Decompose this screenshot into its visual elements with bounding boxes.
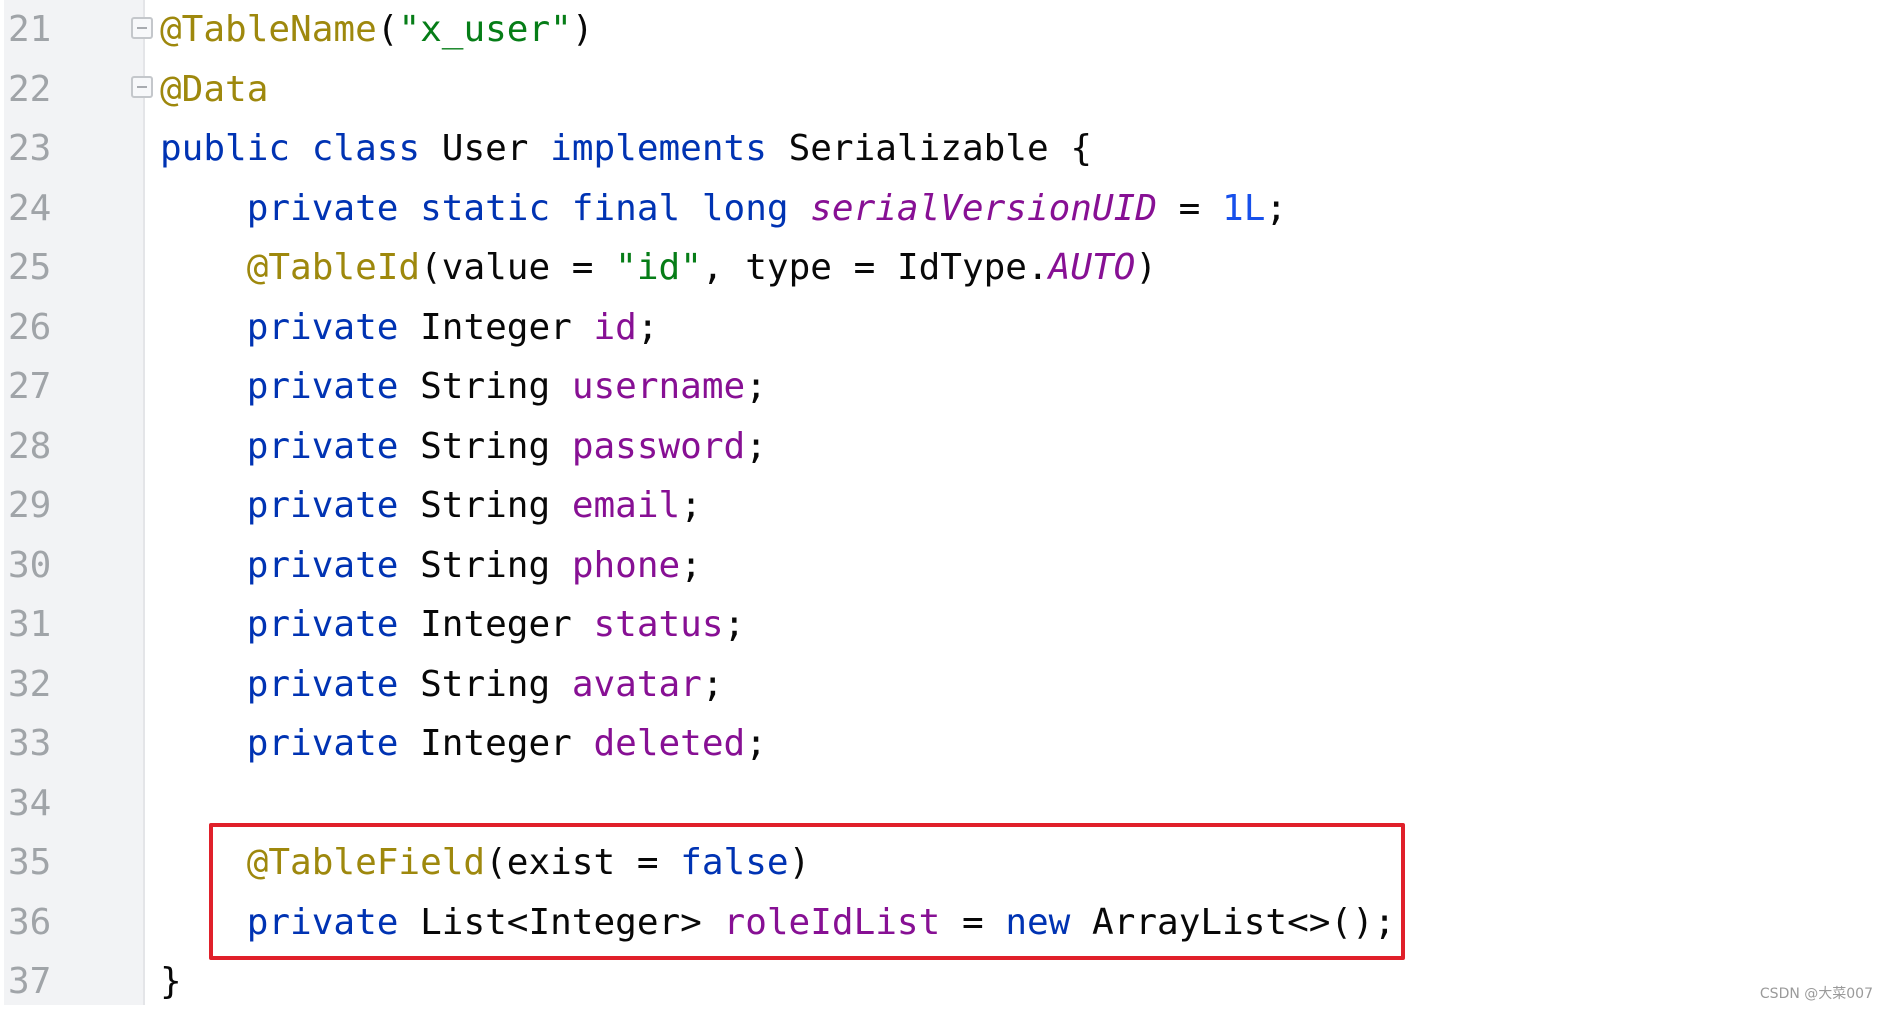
line-number: 25	[8, 247, 52, 288]
code-token: @Data	[160, 68, 269, 110]
code-line[interactable]: private static final long serialVersionU…	[160, 179, 1287, 238]
line-number: 32	[8, 663, 52, 705]
code-token: String	[420, 366, 572, 407]
code-token: String	[420, 425, 572, 467]
code-token: Integer	[420, 723, 594, 764]
code-token: @TableName	[160, 9, 377, 50]
line-number: 27	[8, 366, 52, 407]
code-line[interactable]: private String phone;	[160, 536, 702, 595]
code-token: @TableId	[160, 247, 421, 288]
code-token: username	[571, 366, 746, 407]
fold-icon[interactable]	[131, 17, 153, 39]
code-token: "id"	[615, 247, 702, 288]
code-token: implements	[550, 128, 789, 169]
line-number: 31	[8, 604, 52, 645]
line-number: 30	[8, 544, 52, 586]
code-token: private static final long	[160, 187, 811, 229]
line-number: 28	[8, 425, 52, 467]
watermark: CSDN @大菜007	[1759, 986, 1873, 1002]
code-token: =	[1157, 187, 1223, 229]
gutter-divider	[143, 0, 145, 1005]
code-token: }	[160, 961, 182, 1002]
code-token: )	[1135, 247, 1158, 288]
line-number: 29	[8, 485, 52, 526]
code-token: (value =	[420, 247, 616, 288]
line-number: 22	[8, 68, 52, 110]
code-token: deleted	[593, 723, 746, 764]
code-token: ;	[745, 366, 767, 407]
code-token: ;	[680, 544, 702, 586]
highlight-box	[209, 823, 1405, 960]
code-token: String	[420, 485, 572, 526]
code-token: ;	[636, 306, 659, 348]
code-line[interactable]: private String username;	[160, 357, 767, 416]
line-number: 26	[8, 306, 52, 348]
code-token: User	[441, 128, 551, 169]
line-number: 23	[8, 128, 52, 169]
code-token: (	[376, 9, 399, 50]
code-token: Integer	[420, 306, 594, 348]
line-number: 37	[8, 961, 52, 1002]
code-line[interactable]: public class User implements Serializabl…	[160, 119, 1092, 178]
code-token: private	[160, 306, 421, 348]
code-token: private	[160, 663, 421, 705]
code-token: phone	[571, 544, 681, 586]
code-token: ;	[701, 663, 724, 705]
code-token: id	[593, 306, 637, 348]
code-token: password	[571, 425, 746, 467]
code-token: private	[160, 485, 421, 526]
code-line[interactable]: @Data	[160, 60, 268, 119]
line-number: 21	[8, 9, 52, 50]
code-token: , type = IdType.	[701, 247, 1049, 288]
line-number: 24	[8, 187, 52, 229]
code-line[interactable]: private String password;	[160, 417, 767, 476]
code-token: "x_user"	[398, 9, 572, 50]
code-token: private	[160, 723, 421, 764]
code-token: serialVersionUID	[810, 187, 1157, 229]
code-token: private	[160, 544, 421, 586]
code-token: String	[420, 663, 572, 705]
code-token: status	[593, 604, 724, 645]
code-line[interactable]: @TableName("x_user")	[160, 0, 594, 59]
code-line[interactable]: private Integer status;	[160, 595, 746, 654]
fold-icon[interactable]	[131, 76, 153, 98]
code-token: ;	[745, 723, 767, 764]
code-token: public class	[160, 128, 442, 169]
code-line[interactable]: private Integer id;	[160, 298, 659, 357]
line-number: 33	[8, 723, 52, 764]
code-line[interactable]: private String avatar;	[160, 655, 724, 714]
code-line[interactable]: @TableId(value = "id", type = IdType.AUT…	[160, 238, 1157, 297]
code-token: Serializable {	[788, 128, 1092, 169]
code-token: Integer	[420, 604, 594, 645]
code-token: avatar	[571, 663, 702, 705]
code-token: ;	[1265, 187, 1288, 229]
line-number: 35	[8, 842, 52, 883]
code-token: ;	[723, 604, 746, 645]
code-token: String	[420, 544, 572, 586]
code-token: 1L	[1222, 187, 1266, 229]
code-token: email	[571, 485, 681, 526]
code-line[interactable]: private Integer deleted;	[160, 714, 767, 773]
code-token: AUTO	[1048, 247, 1136, 288]
code-token: ;	[680, 485, 702, 526]
line-number: 36	[8, 901, 52, 943]
code-token: private	[160, 425, 421, 467]
code-token: )	[571, 9, 594, 50]
code-line[interactable]: private String email;	[160, 476, 702, 535]
line-number: 34	[8, 782, 52, 824]
code-token: ;	[745, 425, 767, 467]
code-token: private	[160, 604, 421, 645]
code-line[interactable]: }	[160, 952, 182, 1011]
code-token: private	[160, 366, 421, 407]
